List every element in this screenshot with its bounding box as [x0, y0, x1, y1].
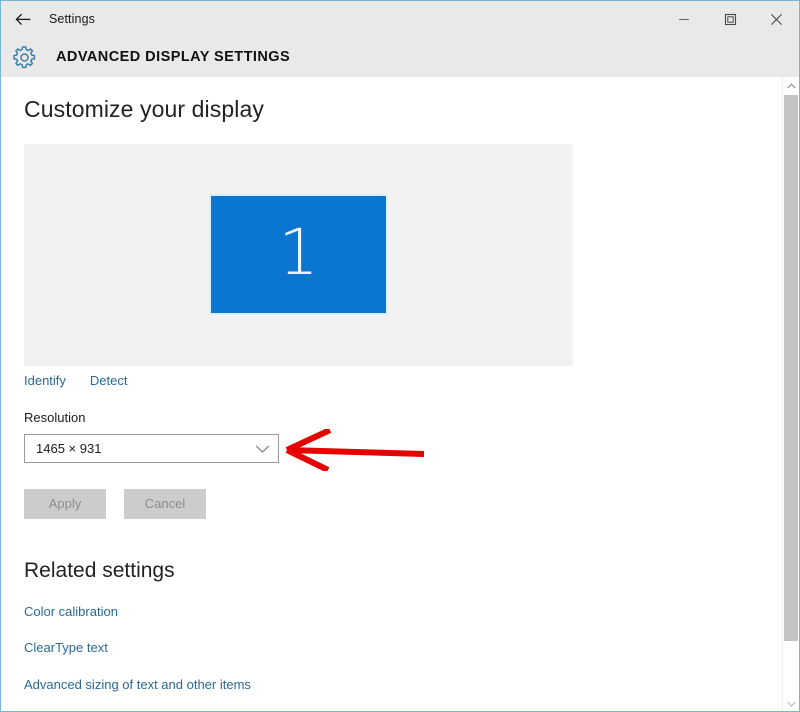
resolution-dropdown[interactable]: 1465 × 931 — [24, 434, 279, 463]
content-area: Customize your display 1 Identify Detect… — [1, 77, 799, 711]
detect-link[interactable]: Detect — [90, 373, 128, 388]
app-title: Settings — [49, 12, 95, 26]
cancel-button[interactable]: Cancel — [124, 489, 206, 519]
settings-window: Settings ADVANCED DISPLAY SETTINGS Custo… — [0, 0, 800, 712]
annotation-arrow-icon — [285, 429, 425, 471]
scrollbar-thumb[interactable] — [784, 95, 798, 641]
customize-display-heading: Customize your display — [24, 96, 264, 122]
chevron-down-icon — [255, 444, 270, 454]
related-settings-heading: Related settings — [24, 559, 175, 582]
gear-icon — [1, 45, 47, 70]
resolution-label: Resolution — [24, 410, 86, 425]
scroll-up-arrow-icon[interactable] — [783, 77, 799, 94]
window-controls — [661, 1, 799, 37]
related-link-color-calibration[interactable]: Color calibration — [24, 604, 118, 619]
page-title: ADVANCED DISPLAY SETTINGS — [56, 49, 291, 65]
page-header: ADVANCED DISPLAY SETTINGS — [1, 37, 799, 77]
minimize-icon — [678, 13, 690, 25]
identify-link[interactable]: Identify — [24, 373, 66, 388]
maximize-icon — [724, 13, 737, 26]
related-link-cleartype-text[interactable]: ClearType text — [24, 640, 108, 655]
close-button[interactable] — [753, 1, 799, 37]
resolution-value: 1465 × 931 — [36, 441, 102, 456]
display-preview-panel: 1 — [24, 144, 573, 366]
title-bar: Settings — [1, 1, 799, 37]
back-arrow-icon — [14, 13, 32, 26]
monitor-tile-1[interactable]: 1 — [211, 196, 386, 313]
scroll-down-arrow-icon[interactable] — [783, 695, 799, 711]
maximize-button[interactable] — [707, 1, 753, 37]
close-icon — [770, 13, 783, 26]
vertical-scrollbar[interactable] — [782, 77, 799, 711]
action-buttons: Apply Cancel — [24, 489, 206, 519]
apply-button[interactable]: Apply — [24, 489, 106, 519]
monitor-number-label: 1 — [278, 216, 319, 289]
minimize-button[interactable] — [661, 1, 707, 37]
back-button[interactable] — [1, 1, 45, 37]
related-link-advanced-sizing[interactable]: Advanced sizing of text and other items — [24, 677, 251, 692]
display-action-links: Identify Detect — [24, 373, 128, 388]
